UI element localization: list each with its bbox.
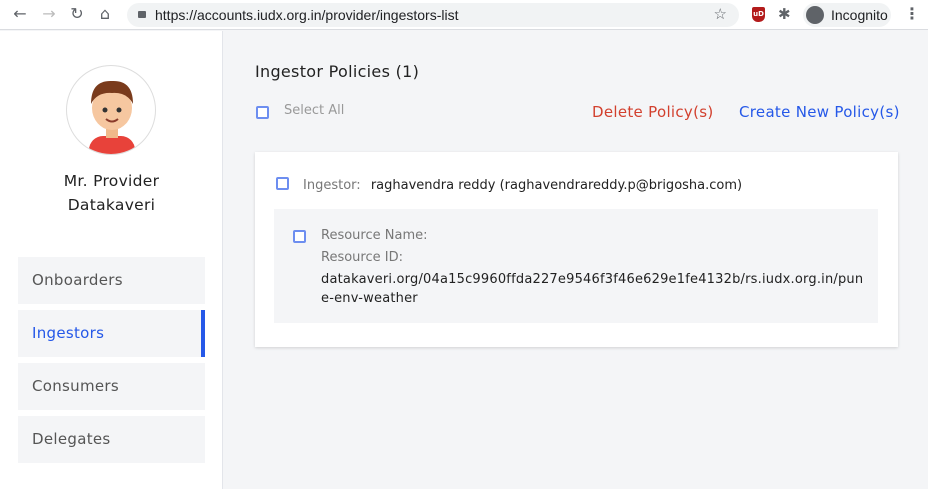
resource-checkbox[interactable] [293, 230, 306, 243]
ingestor-row: Ingestor: raghavendra reddy (raghavendra… [303, 174, 742, 193]
reload-icon[interactable]: ↻ [67, 4, 87, 23]
browser-toolbar: ← → ↻ ⌂ https://accounts.iudx.org.in/pro… [0, 0, 928, 30]
sidebar-item-consumers[interactable]: Consumers [18, 363, 205, 410]
sidebar-item-ingestors[interactable]: Ingestors [18, 310, 205, 357]
select-all-label[interactable]: Select All [284, 103, 344, 118]
back-icon[interactable]: ← [10, 4, 30, 23]
policy-card: Ingestor: raghavendra reddy (raghavendra… [255, 152, 898, 347]
profile-label: Incognito [831, 7, 888, 23]
sidebar-item-onboarders[interactable]: Onboarders [18, 257, 205, 304]
name-line1: Mr. Provider [63, 172, 160, 190]
avatar [66, 65, 156, 155]
incognito-icon [806, 6, 824, 24]
name-line2: Datakaveri [67, 196, 156, 214]
lock-icon [138, 11, 146, 18]
delete-policy-button[interactable]: Delete Policy(s) [592, 103, 714, 121]
extensions-icon[interactable]: ✱ [778, 5, 791, 23]
sidebar-item-delegates[interactable]: Delegates [18, 416, 205, 463]
ingestor-value: raghavendra reddy (raghavendrareddy.p@br… [370, 178, 743, 193]
resource-id-value: datakaveri.org/04a15c9960ffda227e9546f3f… [321, 272, 864, 306]
resource-id-label: Resource ID: [321, 250, 403, 265]
url-text: https://accounts.iudx.org.in/provider/in… [155, 7, 459, 23]
sidebar: Mr. Provider Datakaveri Onboarders Ingest… [0, 31, 223, 489]
policy-checkbox[interactable] [276, 177, 289, 190]
resource-box: Resource Name: Resource ID: datakaveri.o… [274, 209, 878, 323]
resource-name-label: Resource Name: [321, 228, 428, 243]
star-icon[interactable]: ☆ [714, 3, 727, 27]
select-all-checkbox[interactable] [256, 106, 269, 119]
create-policy-button[interactable]: Create New Policy(s) [739, 103, 900, 121]
menu-icon[interactable]: ⋮ [904, 4, 920, 23]
home-icon[interactable]: ⌂ [95, 4, 115, 23]
incognito-badge[interactable]: Incognito [803, 3, 891, 27]
page-title: Ingestor Policies (1) [255, 62, 420, 81]
ublock-icon[interactable]: uD [752, 7, 765, 22]
forward-icon[interactable]: → [39, 4, 59, 23]
user-name: Mr. Provider Datakaveri [0, 169, 223, 217]
ingestor-label: Ingestor: [303, 178, 361, 193]
address-bar[interactable]: https://accounts.iudx.org.in/provider/in… [127, 3, 739, 27]
